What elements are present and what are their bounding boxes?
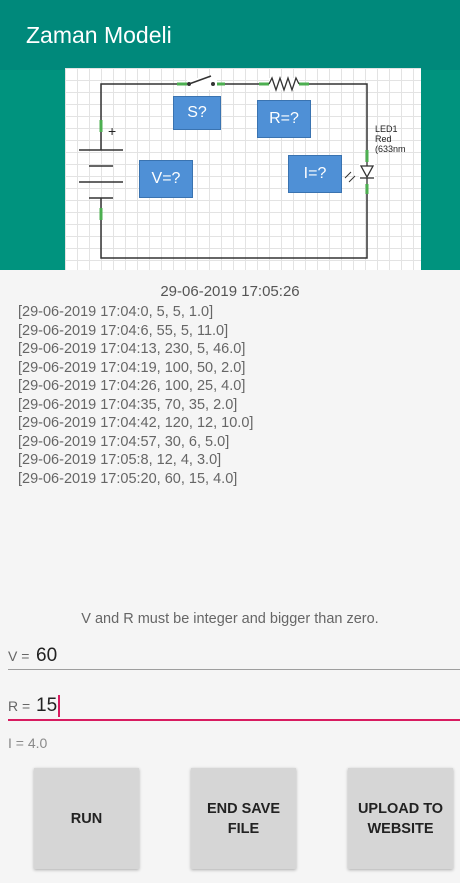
log-entry: [29-06-2019 17:04:35, 70, 35, 2.0] <box>18 396 238 413</box>
current-timestamp: 29-06-2019 17:05:26 <box>160 283 300 300</box>
current-result: I = 4.0 <box>8 735 48 751</box>
log-entry: [29-06-2019 17:04:42, 120, 12, 10.0] <box>18 415 254 431</box>
end-save-file-button[interactable]: END SAVE FILE <box>191 768 296 869</box>
resistance-input[interactable] <box>36 693 436 719</box>
voltage-input[interactable] <box>36 643 436 669</box>
log-entry: [29-06-2019 17:04:6, 55, 5, 11.0] <box>18 322 229 339</box>
upload-to-website-button[interactable]: UPLOAD TO WEBSITE <box>348 768 453 869</box>
resistance-label: R = <box>8 698 31 714</box>
validation-hint: V and R must be integer and bigger than … <box>81 611 379 627</box>
resistance-unknown-box: R=? <box>257 100 311 138</box>
log-entry: [29-06-2019 17:04:0, 5, 5, 1.0] <box>18 304 214 320</box>
log-entry: [29-06-2019 17:04:19, 100, 50, 2.0] <box>18 359 246 376</box>
circuit-wires <box>79 75 375 259</box>
voltage-input-underline <box>8 669 460 670</box>
circuit-diagram: S? R=? V=? I=? + LED1 Red (633nm <box>65 68 421 270</box>
voltage-label: V = <box>8 648 30 664</box>
log-entry: [29-06-2019 17:04:13, 230, 5, 46.0] <box>18 341 246 357</box>
switch-unknown-box: S? <box>173 96 221 130</box>
text-cursor <box>58 695 60 717</box>
current-unknown-box: I=? <box>288 155 342 193</box>
resistance-input-underline <box>8 719 460 721</box>
app-title: Zaman Modeli <box>26 22 172 48</box>
led-color: Red (633nm <box>375 134 406 154</box>
battery-plus-sign: + <box>108 123 117 139</box>
log-entry: [29-06-2019 17:05:20, 60, 15, 4.0] <box>18 470 238 487</box>
log-entry: [29-06-2019 17:04:57, 30, 6, 5.0] <box>18 433 230 450</box>
run-button[interactable]: RUN <box>34 768 139 869</box>
voltage-unknown-box: V=? <box>139 160 193 198</box>
measurement-log: [29-06-2019 17:04:0, 5, 5, 1.0] [29-06-2… <box>18 303 253 488</box>
log-entry: [29-06-2019 17:04:26, 100, 25, 4.0] <box>18 378 246 394</box>
led-name: LED1 <box>375 124 398 134</box>
app-bar: Zaman Modeli <box>0 0 460 70</box>
log-entry: [29-06-2019 17:05:8, 12, 4, 3.0] <box>18 452 222 468</box>
